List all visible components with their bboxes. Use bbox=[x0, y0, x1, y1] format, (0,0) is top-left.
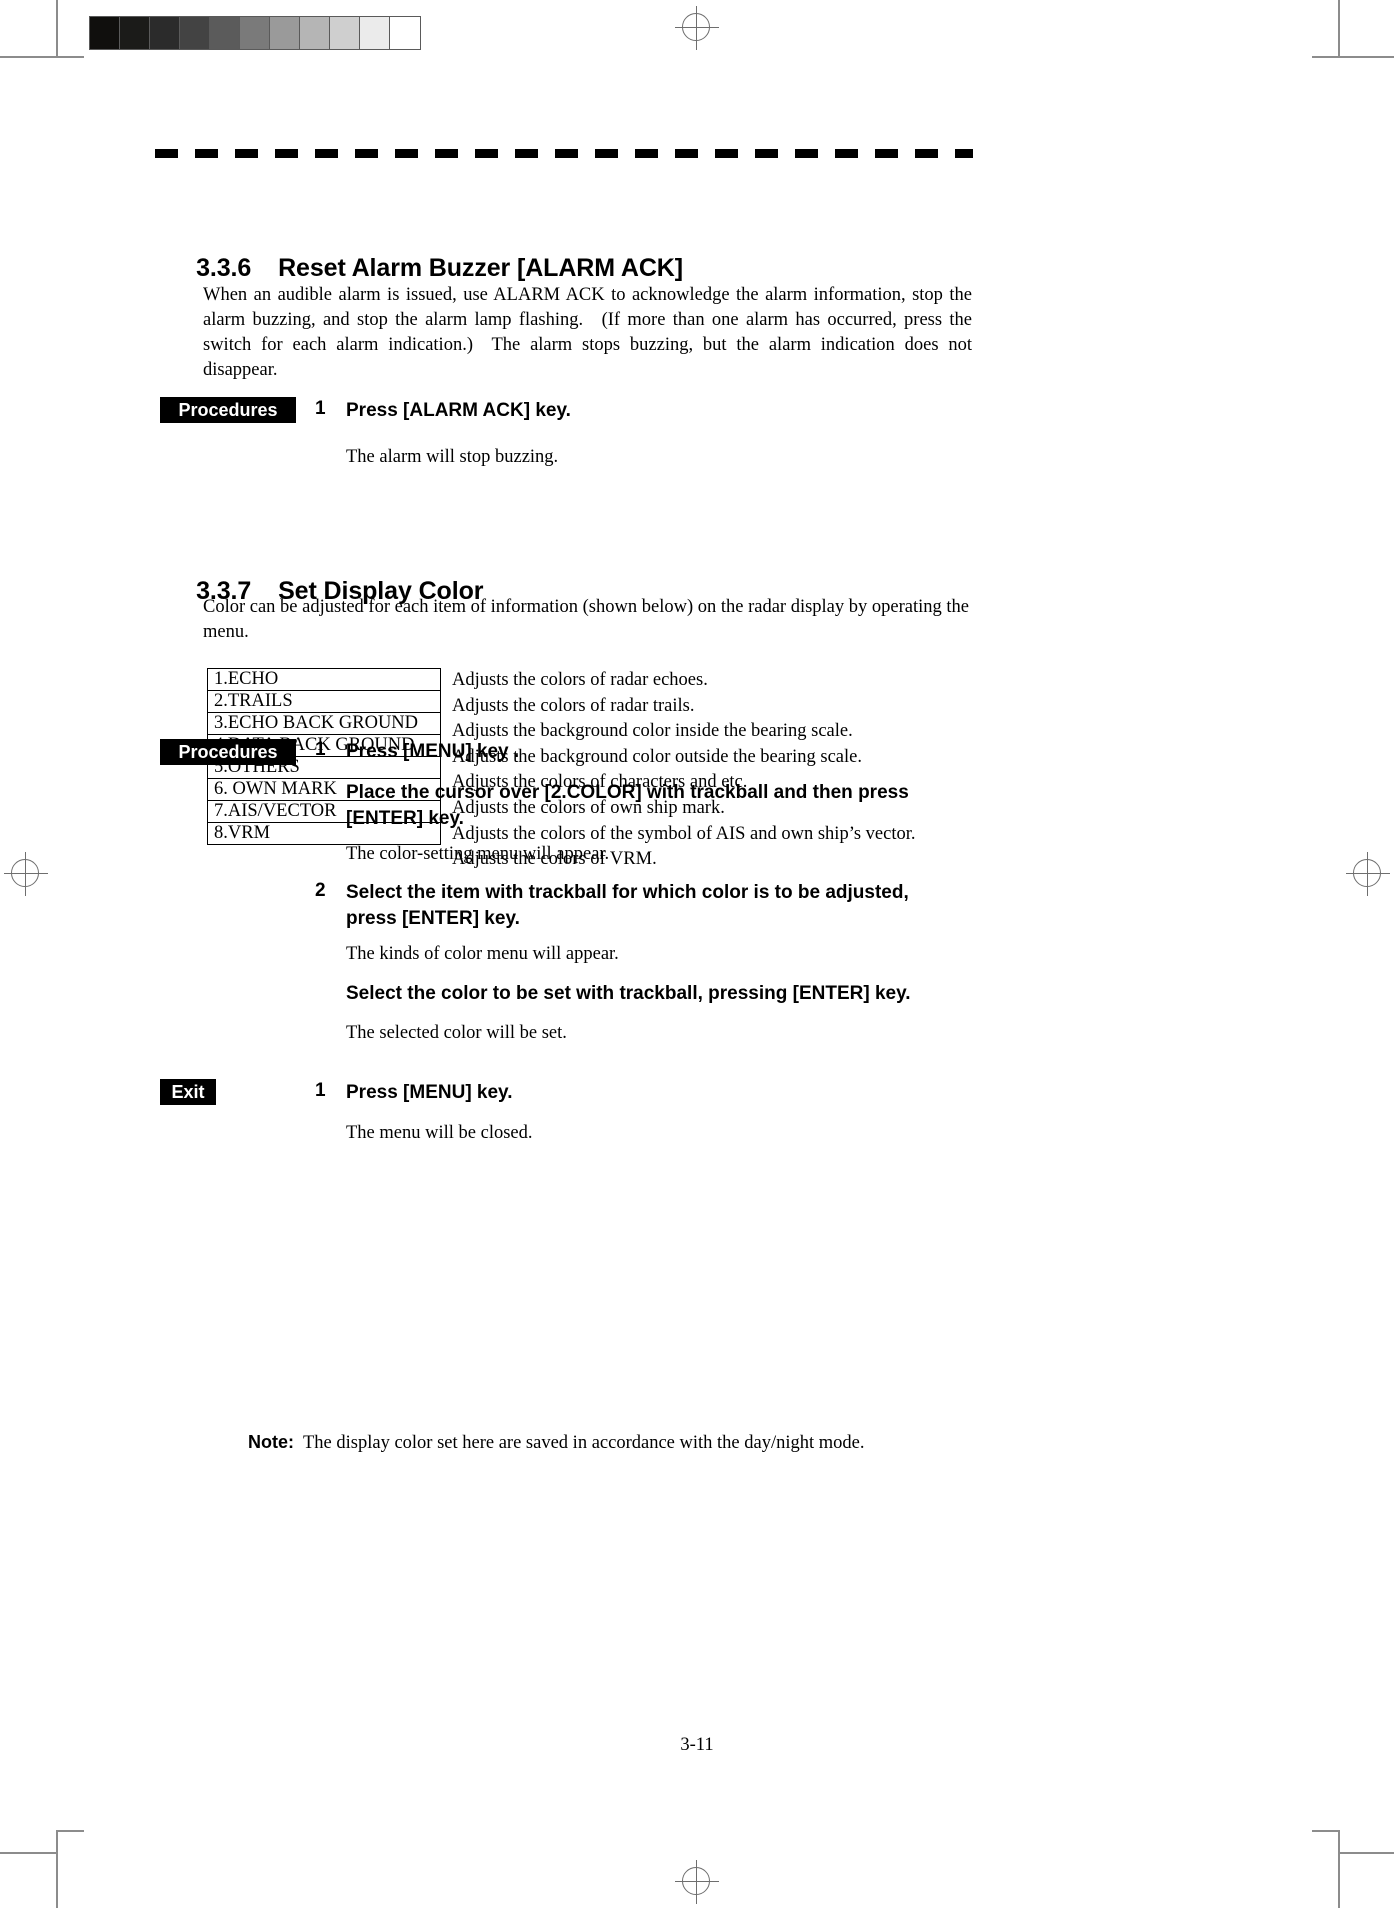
grayscale-swatch-9 bbox=[330, 17, 360, 49]
step-number-display-color-1: 1 bbox=[315, 739, 326, 760]
menu-item-name: 2.TRAILS bbox=[207, 690, 441, 713]
crop-mark-bottom-right bbox=[1338, 1852, 1394, 1908]
heading-3-3-6-number: 3.3.6 bbox=[196, 254, 252, 282]
step-text-exit-1: Press [MENU] key. bbox=[346, 1082, 513, 1103]
paragraph-display-color-body: Color can be adjusted for each item of i… bbox=[203, 597, 969, 642]
crop-mark-bottom-left bbox=[0, 1852, 58, 1908]
grayscale-swatch-6 bbox=[240, 17, 270, 49]
grayscale-swatch-10 bbox=[360, 17, 390, 49]
step-number-alarm-ack-1: 1 bbox=[315, 398, 326, 419]
step-result-exit-1: The menu will be closed. bbox=[346, 1123, 533, 1143]
grayscale-swatch-4 bbox=[180, 17, 210, 49]
grayscale-swatch-8 bbox=[300, 17, 330, 49]
crop-mark-top-left bbox=[0, 0, 58, 58]
note-row: Note: The display color set here are save… bbox=[248, 1432, 864, 1454]
heading-3-3-6-title: Reset Alarm Buzzer [ALARM ACK] bbox=[278, 254, 683, 282]
menu-item-description: Adjusts the colors of radar echoes. bbox=[452, 670, 708, 690]
grayscale-swatch-5 bbox=[210, 17, 240, 49]
menu-item-name: 3.ECHO BACK GROUND bbox=[207, 712, 441, 735]
note-label: Note: bbox=[248, 1432, 294, 1452]
grayscale-swatch-11 bbox=[390, 17, 420, 49]
manual-page: 3.3.6 Reset Alarm Buzzer [ALARM ACK] When… bbox=[0, 0, 1394, 1908]
registration-target-bottom-icon bbox=[675, 1860, 719, 1904]
grayscale-swatch-2 bbox=[120, 17, 150, 49]
step-number-display-color-2: 2 bbox=[315, 880, 326, 901]
grayscale-swatch-1 bbox=[90, 17, 120, 49]
menu-item-name: 1.ECHO bbox=[207, 668, 441, 691]
crop-mark-top-left-2 bbox=[56, 0, 84, 58]
step-result-alarm-ack-1: The alarm will stop buzzing. bbox=[346, 447, 559, 467]
crop-mark-bottom-right-2 bbox=[1312, 1830, 1340, 1908]
table-row: 3.ECHO BACK GROUND bbox=[207, 712, 441, 735]
label-procedures-alarm-ack: Procedures bbox=[160, 397, 296, 423]
paragraph-alarm-ack-body: When an audible alarm is issued, use ALA… bbox=[203, 285, 972, 380]
registration-target-right-icon bbox=[1346, 852, 1390, 896]
grayscale-swatch-3 bbox=[150, 17, 180, 49]
step-result-display-color-2b: The selected color will be set. bbox=[346, 1023, 567, 1043]
step-text-display-color-1: Press [MENU] key . bbox=[346, 741, 520, 762]
crop-mark-top-right-2 bbox=[1312, 0, 1340, 58]
section-divider-dashed-rule bbox=[155, 149, 973, 158]
step-result-display-color-1: The color-setting menu will appear. bbox=[346, 844, 610, 864]
step-number-exit-1: 1 bbox=[315, 1080, 326, 1101]
label-procedures-display-color: Procedures bbox=[160, 739, 296, 765]
registration-target-left-icon bbox=[4, 852, 48, 896]
crop-mark-top-right bbox=[1338, 0, 1394, 58]
menu-item-description: Adjusts the colors of radar trails. bbox=[452, 695, 695, 716]
table-row: 1.ECHO bbox=[207, 668, 441, 691]
step-result-display-color-2: The kinds of color menu will appear. bbox=[346, 944, 619, 964]
registration-target-top-icon bbox=[675, 6, 719, 50]
table-row: 2.TRAILS bbox=[207, 690, 441, 713]
page-number: 3-11 bbox=[680, 1735, 714, 1755]
grayscale-calibration-strip bbox=[89, 16, 421, 50]
note-text: The display color set here are saved in … bbox=[303, 1433, 865, 1453]
step-text-alarm-ack-1: Press [ALARM ACK] key. bbox=[346, 400, 571, 421]
crop-mark-bottom-left-2 bbox=[56, 1830, 84, 1908]
step-text-display-color-2: Select the item with trackball for which… bbox=[346, 882, 909, 929]
step-text-display-color-2b: Select the color to be set with trackbal… bbox=[346, 983, 911, 1004]
step-text-display-color-1b: Place the cursor over [2.COLOR] with tra… bbox=[346, 782, 909, 829]
grayscale-swatch-7 bbox=[270, 17, 300, 49]
label-exit: Exit bbox=[160, 1079, 216, 1105]
